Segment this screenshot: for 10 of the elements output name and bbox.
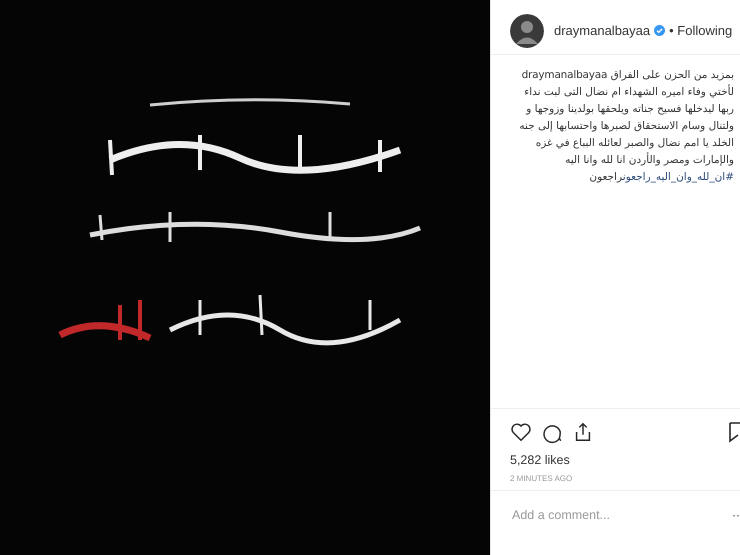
post-time: 2 MINUTES AGO xyxy=(491,467,740,491)
username-link[interactable]: draymanalbayaa xyxy=(554,23,650,38)
likes-count[interactable]: 5,282 likes xyxy=(491,445,740,467)
comment-field[interactable]: Add a comment... xyxy=(510,507,732,523)
following-status[interactable]: • Following xyxy=(669,23,732,38)
more-options[interactable]: ·· xyxy=(732,508,740,522)
bookmark-icon[interactable] xyxy=(728,421,740,443)
username-link[interactable]: draymanalbayaa xyxy=(522,69,608,81)
hashtag-link[interactable]: #ان_لله_وان_اليه_راجعون xyxy=(622,171,734,183)
avatar[interactable] xyxy=(510,14,544,48)
